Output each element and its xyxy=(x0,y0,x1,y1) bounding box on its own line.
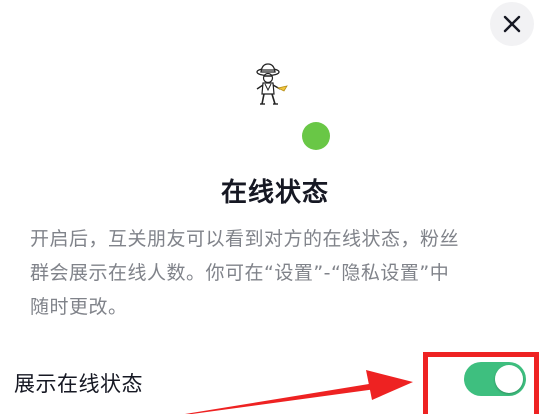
show-online-status-toggle[interactable] xyxy=(464,362,526,396)
description-line: 开启后，互关朋友可以看到对方的在线状态，粉丝 xyxy=(30,228,460,250)
online-status-dialog: 在线状态 开启后，互关朋友可以看到对方的在线状态，粉丝 群会展示在线人数。你可在… xyxy=(0,0,550,414)
show-online-status-label: 展示在线状态 xyxy=(14,372,143,396)
online-status-indicator xyxy=(302,122,330,150)
description-line: 随时更改。 xyxy=(30,296,128,318)
description-line: 群会展示在线人数。你可在“设置”-“隐私设置”中 xyxy=(30,262,450,284)
dialog-title: 在线状态 xyxy=(220,178,329,208)
dialog-description: 开启后，互关朋友可以看到对方的在线状态，粉丝 群会展示在线人数。你可在“设置”-… xyxy=(30,222,530,324)
close-icon xyxy=(503,15,521,33)
avatar xyxy=(240,56,300,116)
close-button[interactable] xyxy=(490,2,534,46)
avatar-illustration xyxy=(256,63,288,105)
toggle-knob xyxy=(495,365,523,393)
